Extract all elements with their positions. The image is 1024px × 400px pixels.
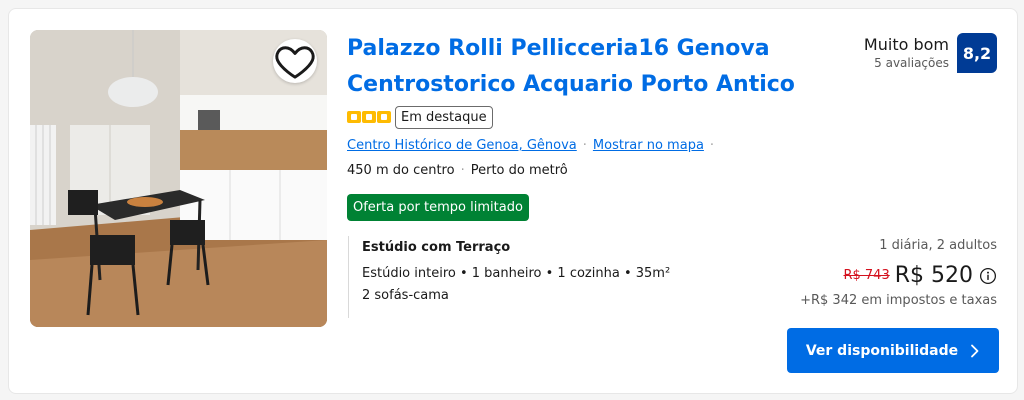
star-rating [347,111,391,123]
rating-row: Em destaque [347,105,493,129]
star-icon [347,111,361,123]
separator-dot: · [582,138,587,153]
see-availability-button[interactable]: Ver disponibilidade [787,328,999,373]
show-on-map-link[interactable]: Mostrar no mapa [593,136,704,156]
review-count: 5 avaliações [874,56,949,70]
review-score-block[interactable]: Muito bom 5 avaliações 8,2 [864,33,997,73]
property-title-link[interactable]: Palazzo Rolli Pellicceria16 Genova Centr… [347,31,807,103]
save-favorite-button[interactable] [273,39,317,83]
price-block: 1 diária, 2 adultos R$ 743 R$ 520 +R$ 34… [800,237,997,310]
original-price: R$ 743 [843,268,890,283]
distance-row: 450 m do centro · Perto do metrô [347,161,568,181]
property-photo[interactable] [30,30,327,327]
star-icon [377,111,391,123]
heart-icon [275,45,315,79]
property-card: Palazzo Rolli Pellicceria16 Genova Centr… [8,8,1018,394]
room-name: Estúdio com Terraço [362,240,511,255]
distance-text: 450 m do centro [347,163,455,178]
location-row: Centro Histórico de Genoa, Gênova · Most… [347,136,720,156]
room-details: Estúdio inteiro • 1 banheiro • 1 cozinha… [362,266,671,281]
limited-offer-badge: Oferta por tempo limitado [347,194,529,221]
review-word: Muito bom [863,35,949,54]
location-link[interactable]: Centro Histórico de Genoa, Gênova [347,136,577,156]
taxes-fees: +R$ 342 em impostos e taxas [800,293,997,308]
see-availability-label: Ver disponibilidade [805,342,959,359]
featured-badge: Em destaque [395,105,493,129]
review-score-badge: 8,2 [957,33,997,73]
info-icon[interactable] [979,267,997,285]
room-beds: 2 sofás-cama [362,288,449,303]
separator-dot: · [460,163,465,178]
chevron-right-icon [971,344,979,357]
current-price: R$ 520 [894,263,973,288]
review-text: Muito bom 5 avaliações [864,35,949,71]
room-info: Estúdio com Terraço Estúdio inteiro • 1 … [348,236,688,318]
price-row: R$ 743 R$ 520 [800,263,997,288]
stay-info: 1 diária, 2 adultos [879,238,997,253]
metro-text: Perto do metrô [470,163,568,178]
star-icon [362,111,376,123]
separator-dot: · [709,138,715,153]
